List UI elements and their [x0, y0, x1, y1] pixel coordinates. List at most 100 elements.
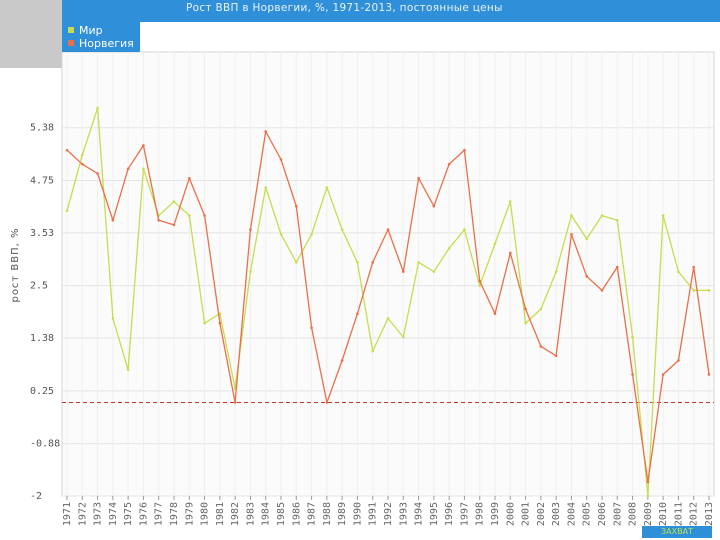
data-point	[646, 480, 650, 484]
data-point	[585, 237, 589, 241]
capture-badge: ЗАХВАТ	[642, 526, 712, 538]
data-point	[524, 307, 527, 311]
data-point	[554, 354, 558, 358]
data-point	[386, 317, 390, 320]
y-tick-label: 3.53	[30, 228, 54, 239]
data-point	[661, 373, 665, 376]
data-point	[264, 130, 268, 133]
x-tick-label: 1989	[337, 502, 348, 526]
data-point	[218, 321, 222, 325]
data-point	[279, 158, 283, 161]
y-axis-label: рост ВВП, %	[10, 227, 21, 302]
data-point	[646, 494, 650, 498]
x-tick-label: 2008	[628, 502, 639, 526]
y-tick-label: 4.75	[30, 176, 54, 187]
data-point	[463, 228, 466, 231]
x-tick-label: 1974	[108, 502, 119, 526]
legend-item-world: Мир	[68, 24, 103, 38]
x-tick-label: 2013	[704, 502, 715, 526]
y-axis-ticks: -2 -0.88 0.25 1.38 2.5 3.53 4.75 5.38	[30, 123, 60, 502]
data-point	[508, 200, 512, 203]
data-point	[447, 246, 451, 250]
data-point	[356, 261, 359, 264]
data-point	[539, 307, 543, 311]
data-point	[65, 209, 69, 213]
data-point	[661, 214, 665, 217]
data-point	[80, 153, 84, 157]
data-point	[96, 106, 99, 110]
data-point	[310, 232, 313, 236]
x-tick-label: 1990	[352, 502, 363, 526]
x-tick-label: 1991	[368, 502, 379, 526]
data-point	[692, 289, 696, 292]
data-point	[615, 218, 619, 222]
x-tick-label: 1980	[200, 502, 211, 526]
data-point	[417, 261, 420, 264]
x-tick-label: 1979	[184, 502, 195, 526]
data-point	[157, 218, 161, 222]
x-tick-label: 1986	[291, 502, 302, 526]
x-tick-label: 1976	[138, 502, 149, 526]
data-point	[585, 275, 589, 278]
x-tick-label: 2004	[566, 502, 577, 526]
legend-swatch-world	[68, 27, 74, 33]
x-tick-label: 1996	[444, 502, 455, 526]
legend-item-norway: Норвегия	[68, 37, 134, 51]
data-point	[631, 373, 634, 376]
data-point	[203, 214, 206, 217]
data-point	[249, 228, 252, 231]
data-point	[432, 204, 436, 208]
data-point	[401, 270, 405, 273]
x-tick-label: 1977	[154, 502, 165, 526]
data-point	[371, 261, 375, 264]
y-tick-label: 0.25	[30, 386, 54, 397]
x-tick-label: 2007	[612, 502, 623, 526]
data-point	[371, 349, 375, 353]
data-point	[677, 270, 680, 273]
x-tick-label: 1972	[77, 502, 88, 526]
data-point	[249, 270, 252, 273]
legend: Мир Норвегия	[62, 22, 140, 52]
data-point	[325, 186, 329, 189]
data-point	[615, 265, 619, 269]
data-point	[707, 373, 711, 376]
data-point	[478, 279, 482, 283]
data-point	[478, 284, 482, 287]
data-point	[310, 326, 313, 330]
data-point	[233, 401, 237, 404]
x-tick-label: 1971	[62, 502, 73, 526]
x-tick-label: 1997	[459, 502, 470, 526]
data-point	[570, 232, 573, 236]
data-point	[126, 167, 130, 171]
data-point	[340, 228, 344, 231]
data-point	[493, 312, 497, 316]
data-point	[386, 228, 390, 231]
data-point	[187, 176, 191, 180]
y-tick-label: -2	[30, 491, 42, 502]
data-point	[279, 232, 283, 236]
x-tick-label: 2009	[643, 502, 654, 526]
data-point	[692, 265, 696, 269]
x-tick-label: 1995	[429, 502, 440, 526]
data-point	[96, 172, 99, 175]
x-tick-label: 1993	[398, 502, 409, 526]
data-point	[631, 335, 634, 339]
data-point	[447, 162, 451, 166]
y-tick-label: 1.38	[30, 333, 54, 344]
data-point	[432, 270, 436, 273]
y-tick-label: 2.5	[30, 281, 48, 292]
y-tick-label: -0.88	[30, 439, 60, 450]
data-point	[539, 345, 543, 348]
x-tick-label: 1988	[322, 502, 333, 526]
data-point	[294, 204, 298, 208]
data-point	[417, 176, 420, 180]
data-point	[493, 242, 497, 245]
data-point	[554, 270, 558, 273]
x-tick-label: 2012	[689, 502, 700, 526]
x-tick-label: 1982	[230, 502, 241, 526]
data-point	[600, 214, 604, 217]
x-tick-label: 2006	[597, 502, 608, 526]
x-tick-label: 1975	[123, 502, 134, 526]
line-chart: -2-0.880.251.382.53.534.755.38 1971 1972 1…	[10, 51, 715, 526]
data-point	[677, 359, 680, 362]
